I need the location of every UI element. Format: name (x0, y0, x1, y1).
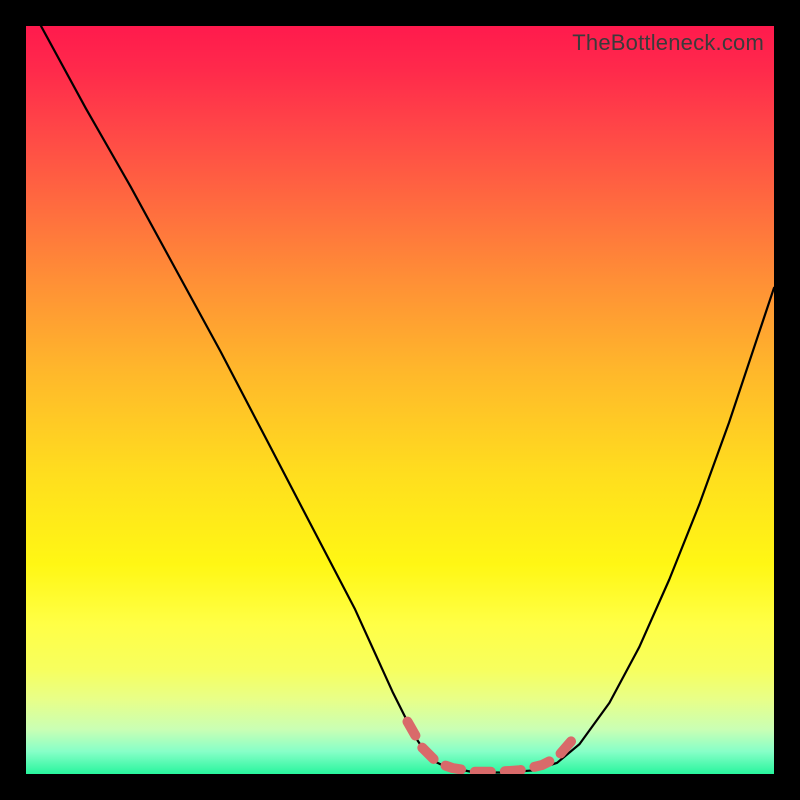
chart-highlight (408, 722, 573, 772)
chart-curve (41, 26, 774, 773)
chart-svg (26, 26, 774, 774)
plot-area: TheBottleneck.com (26, 26, 774, 774)
chart-frame: TheBottleneck.com (0, 0, 800, 800)
